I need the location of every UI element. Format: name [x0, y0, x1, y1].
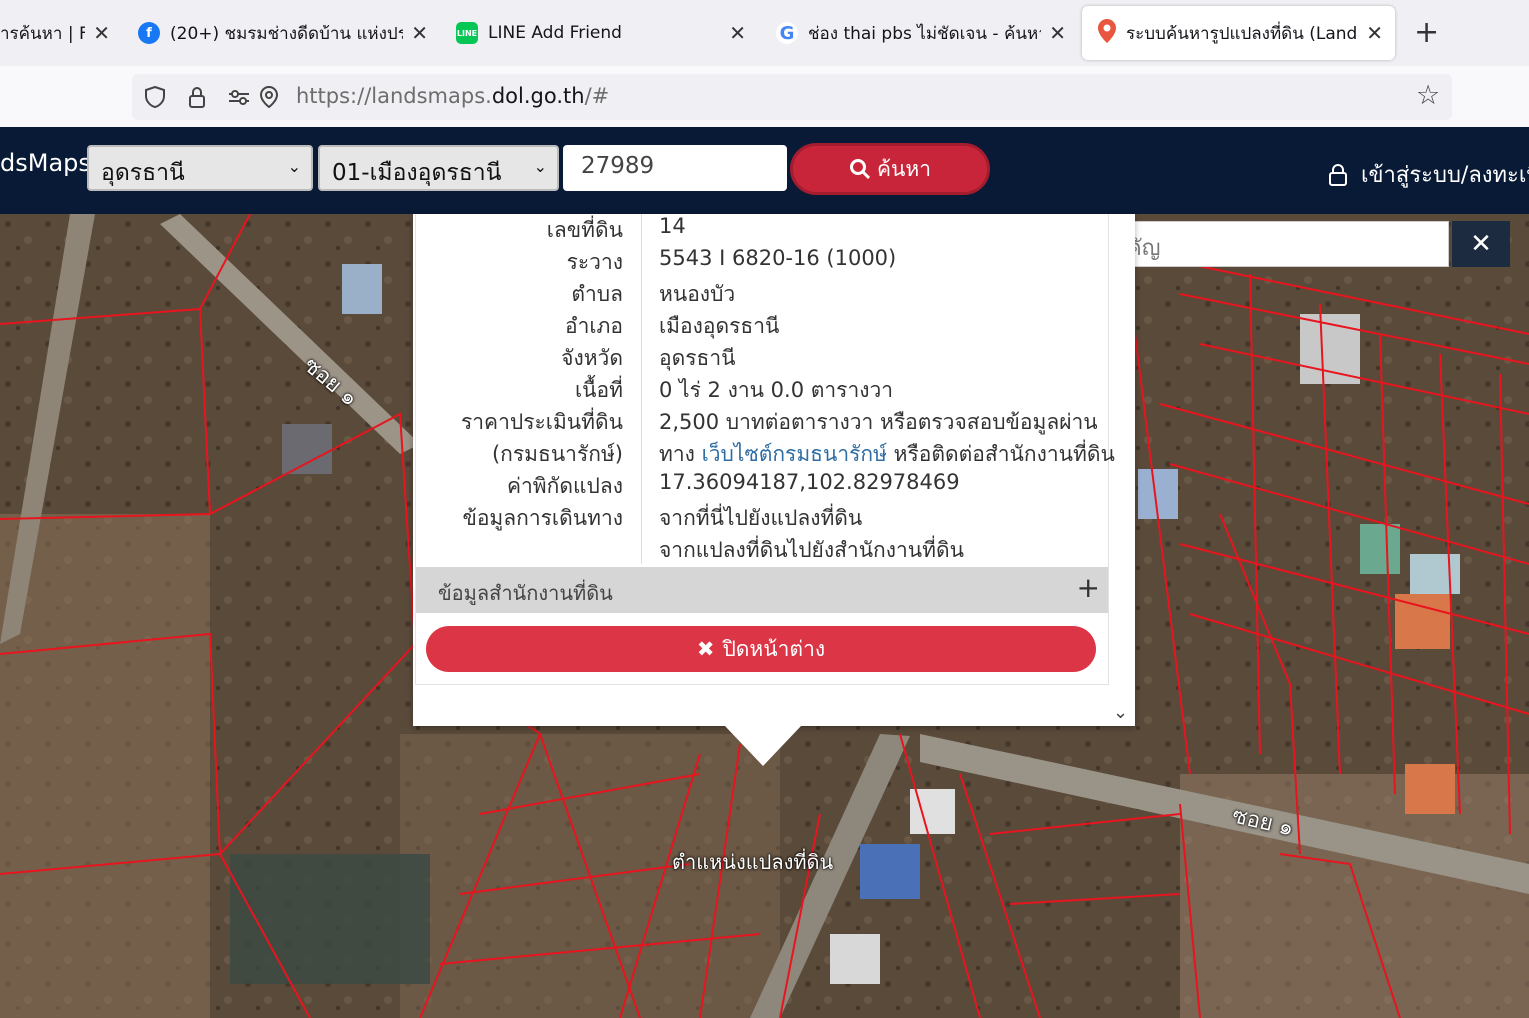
tab-title: ารค้นหา | F [0, 23, 86, 44]
district-value: 01-เมืองอุดรธานี [332, 160, 502, 186]
row-label: ราคาประเมินที่ดิน [460, 410, 623, 434]
row-value: 14 [659, 214, 686, 238]
close-icon[interactable]: ✕ [1452, 221, 1510, 267]
lock-icon [1329, 164, 1347, 186]
row-label: ระวาง [566, 250, 623, 274]
scroll-down-icon[interactable]: ⌄ [1113, 702, 1128, 723]
tab-title: (20+) ชมรมช่างดีดบ้าน แห่งประ [170, 23, 404, 44]
lock-icon[interactable] [186, 86, 208, 108]
province-select[interactable]: อุดรธานี ⌄ [87, 145, 313, 191]
province-value: อุดรธานี [101, 160, 185, 186]
close-tab-icon[interactable]: ✕ [729, 21, 746, 45]
login-label: เข้าสู่ระบบ/ลงทะเบีย [1361, 163, 1529, 188]
close-tab-icon[interactable]: ✕ [1049, 21, 1066, 45]
row-label: (กรมธนารักษ์) [491, 442, 623, 466]
tab-google[interactable]: G ช่อง thai pbs ไม่ชัดเจน - ค้นหา ✕ [776, 6, 1066, 60]
row-subdistrict: ตำบล หนองบัว [416, 278, 1108, 310]
bookmark-star-icon[interactable]: ☆ [1416, 80, 1440, 111]
location-icon[interactable] [258, 86, 280, 108]
row-sheet: ระวาง 5543 I 6820-16 (1000) [416, 246, 1108, 278]
directions-to-parcel-link[interactable]: จากที่นี่ไปยังแปลงที่ดิน [659, 502, 862, 535]
row-directions-office: จากแปลงที่ดินไปยังสำนักงานที่ดิน [416, 534, 1108, 566]
close-tab-icon[interactable]: ✕ [93, 21, 110, 45]
app-header: dsMaps อุดรธานี ⌄ 01-เมืองอุดรธานี ⌄ 279… [0, 127, 1529, 214]
row-label: เนื้อที่ [575, 378, 623, 402]
url-text[interactable]: https://landsmaps.dol.go.th/# [296, 84, 609, 108]
row-label: เลขที่ดิน [546, 218, 623, 242]
parcel-info-panel: เลขที่ดิน 14 ระวาง 5543 I 6820-16 (1000)… [415, 214, 1115, 685]
row-value: ทาง เว็บไซต์กรมธนารักษ์ หรือติดต่อสำนักง… [659, 438, 1115, 471]
shield-icon[interactable] [144, 86, 166, 108]
tab-facebook[interactable]: f (20+) ชมรมช่างดีดบ้าน แห่งประ ✕ [138, 6, 428, 60]
brand-logo-text: dsMaps [0, 149, 91, 177]
parcel-position-label: ตำแหน่งแปลงที่ดิน [672, 850, 834, 874]
row-value: 0 ไร่ 2 งาน 0.0 ตารางวา [659, 378, 894, 402]
row-treasury: (กรมธนารักษ์) ทาง เว็บไซต์กรมธนารักษ์ หร… [416, 438, 1115, 470]
chevron-down-icon: ⌄ [533, 157, 547, 176]
row-value: 2,500 บาทต่อตารางวา หรือตรวจสอบข้อมูลผ่า… [659, 410, 1098, 434]
facebook-icon: f [138, 22, 160, 44]
row-label: อำเภอ [564, 314, 623, 338]
row-parcel-no: เลขที่ดิน 14 [416, 214, 1108, 246]
location-pin-icon [1098, 18, 1116, 48]
tab-title: ช่อง thai pbs ไม่ชัดเจน - ค้นหา [808, 23, 1042, 44]
row-value: หนองบัว [659, 282, 736, 306]
url-bar[interactable]: https://landsmaps.dol.go.th/# ☆ [132, 74, 1452, 120]
tab-line[interactable]: LINE LINE Add Friend ✕ [456, 6, 746, 60]
line-icon: LINE [456, 22, 478, 44]
row-value: อุดรธานี [659, 346, 736, 370]
district-select[interactable]: 01-เมืองอุดรธานี ⌄ [318, 145, 559, 191]
land-office-section[interactable]: ข้อมูลสำนักงานที่ดิน + [416, 567, 1108, 613]
section-title: ข้อมูลสำนักงานที่ดิน [438, 581, 613, 605]
search-icon [849, 159, 871, 180]
chevron-down-icon: ⌄ [287, 157, 301, 176]
close-icon: ✖ [696, 637, 715, 661]
value-suffix: หรือติดต่อสำนักงานที่ดิน [886, 442, 1115, 466]
row-area: เนื้อที่ 0 ไร่ 2 งาน 0.0 ตารางวา [416, 374, 1108, 406]
row-coordinates: ค่าพิกัดแปลง 17.36094187,102.82978469 [416, 470, 1108, 502]
close-window-button[interactable]: ✖ ปิดหน้าต่าง [426, 626, 1096, 672]
close-tab-icon[interactable]: ✕ [411, 21, 428, 45]
value-prefix: ทาง [659, 442, 702, 466]
row-directions: ข้อมูลการเดินทาง จากที่นี่ไปยังแปลงที่ดิ… [416, 502, 1108, 534]
permissions-icon[interactable] [228, 86, 250, 108]
treasury-website-link[interactable]: เว็บไซต์กรมธนารักษ์ [702, 442, 887, 466]
plus-icon[interactable]: + [1077, 571, 1100, 604]
tab-title: LINE Add Friend [488, 23, 622, 43]
row-appraisal: ราคาประเมินที่ดิน 2,500 บาทต่อตารางวา หร… [416, 406, 1108, 438]
row-label: ตำบล [571, 282, 623, 306]
search-button-label: ค้นหา [876, 156, 932, 181]
tab-landsmaps[interactable]: ระบบค้นหารูปแปลงที่ดิน (Lands ✕ [1082, 6, 1395, 60]
parcel-info-popup: เลขที่ดิน 14 ระวาง 5543 I 6820-16 (1000)… [413, 214, 1135, 726]
directions-to-office-link[interactable]: จากแปลงที่ดินไปยังสำนักงานที่ดิน [659, 534, 964, 567]
login-link[interactable]: เข้าสู่ระบบ/ลงทะเบีย [1328, 157, 1529, 192]
new-tab-icon[interactable]: + [1414, 16, 1439, 50]
browser-tab-strip: ารค้นหา | F ✕ f (20+) ชมรมช่างดีดบ้าน แห… [0, 0, 1529, 66]
row-label: จังหวัด [561, 346, 623, 370]
browser-nav-bar: https://landsmaps.dol.go.th/# ☆ [0, 66, 1529, 128]
row-label: ค่าพิกัดแปลง [506, 474, 623, 498]
row-value: เมืองอุดรธานี [659, 314, 780, 338]
parcel-number-input[interactable]: 27989 [563, 145, 787, 191]
search-button[interactable]: ค้นหา [790, 143, 990, 195]
popup-pointer [725, 726, 801, 766]
row-label: ข้อมูลการเดินทาง [462, 506, 623, 530]
row-value: 5543 I 6820-16 (1000) [659, 246, 897, 270]
tab-title: ระบบค้นหารูปแปลงที่ดิน (Lands [1126, 23, 1359, 44]
coordinates-link[interactable]: 17.36094187,102.82978469 [659, 470, 960, 494]
close-tab-icon[interactable]: ✕ [1366, 21, 1383, 45]
close-button-label: ปิดหน้าต่าง [722, 636, 826, 661]
row-province: จังหวัด อุดรธานี [416, 342, 1108, 374]
tab-search[interactable]: ารค้นหา | F ✕ [0, 6, 110, 60]
row-district: อำเภอ เมืองอุดรธานี [416, 310, 1108, 342]
google-icon: G [776, 22, 798, 44]
